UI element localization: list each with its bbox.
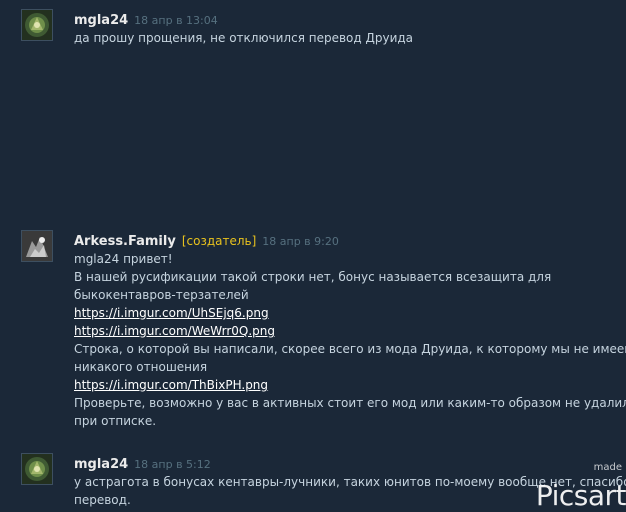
image-link[interactable]: https://i.imgur.com/WeWrr0Q.png	[74, 324, 275, 338]
timestamp: 18 апр в 5:12	[134, 458, 211, 471]
picsart-watermark: made Picsart	[534, 462, 626, 512]
watermark-brand-text: Picsart	[535, 479, 626, 512]
comment-text: В нашей русификации такой строки нет, бо…	[74, 270, 552, 284]
avatar-image	[22, 454, 52, 484]
author-name[interactable]: mgla24	[74, 13, 128, 28]
creator-badge: [создатель]	[181, 234, 257, 248]
comment-text: быкокентавров-терзателей	[74, 288, 249, 302]
author-name[interactable]: mgla24	[74, 457, 128, 472]
comment-text: Строка, о которой вы написали, скорее вс…	[74, 342, 626, 356]
avatar[interactable]	[21, 453, 53, 485]
image-link[interactable]: https://i.imgur.com/ThBixPH.png	[74, 378, 268, 392]
comment-text: при отписке.	[74, 414, 157, 428]
timestamp: 18 апр в 13:04	[134, 14, 218, 27]
comment-text: Проверьте, возможно у вас в активных сто…	[74, 396, 626, 410]
avatar[interactable]	[21, 230, 53, 262]
watermark-made-text: made	[593, 462, 622, 473]
timestamp: 18 апр в 9:20	[262, 235, 339, 248]
avatar[interactable]	[21, 9, 53, 41]
comment-text: никакого отношения	[74, 360, 208, 374]
comment-text: mgla24 привет!	[74, 252, 173, 266]
avatar-image	[22, 231, 52, 261]
author-name[interactable]: Arkess.Family	[74, 234, 176, 249]
image-link[interactable]: https://i.imgur.com/UhSEjq6.png	[74, 306, 269, 320]
avatar-image	[22, 10, 52, 40]
comment-text: да прошу прощения, не отключился перевод…	[74, 31, 414, 45]
